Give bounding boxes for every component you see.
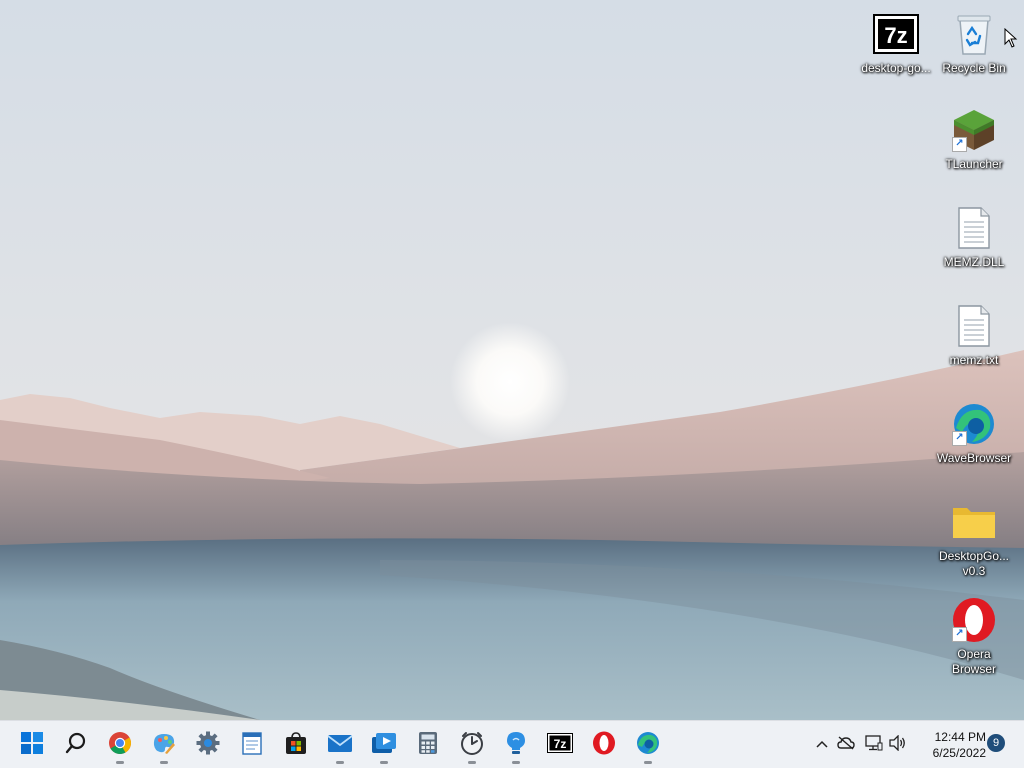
wavebrowser-icon: ↗ — [950, 400, 998, 448]
svg-text:7z: 7z — [554, 737, 567, 751]
desktop-icon-label: desktop-go... — [861, 61, 931, 75]
taskbar-app-7zip[interactable]: 7z — [540, 725, 580, 765]
taskbar-app-clock[interactable] — [452, 725, 492, 765]
lightbulb-icon — [505, 731, 527, 760]
desktop-wallpaper — [0, 0, 1024, 720]
notepad-icon — [242, 731, 262, 760]
wavebrowser-icon — [636, 731, 660, 760]
chrome-icon — [108, 731, 132, 760]
running-indicator — [160, 761, 168, 764]
desktop-icon-label: MEMZ.DLL — [943, 255, 1005, 269]
start-button[interactable] — [12, 725, 52, 765]
gear-icon — [196, 731, 220, 760]
clock-icon — [460, 731, 484, 760]
desktop-icon-desktopgo-folder[interactable]: DesktopGo... v0.3 — [935, 498, 1013, 579]
taskbar-app-store[interactable] — [276, 725, 316, 765]
chevron-up-icon — [815, 736, 829, 754]
svg-text:7z: 7z — [884, 23, 907, 48]
onedrive-tray-button[interactable] — [836, 733, 856, 757]
network-tray-button[interactable] — [864, 733, 884, 757]
shortcut-arrow-icon: ↗ — [952, 627, 967, 642]
running-indicator — [116, 761, 124, 764]
taskbar-app-media-player[interactable] — [364, 725, 404, 765]
clock-date: 6/25/2022 — [932, 746, 986, 760]
notification-count-badge[interactable]: 9 — [987, 734, 1005, 752]
search-button[interactable] — [56, 725, 96, 765]
opera-icon: ↗ — [950, 596, 998, 644]
taskbar-app-tips[interactable] — [496, 725, 536, 765]
7zip-archive-icon: 7z — [872, 10, 920, 58]
desktop-icon-label: Recycle Bin — [942, 61, 1006, 75]
store-icon — [284, 731, 308, 760]
taskbar-app-paint[interactable] — [144, 725, 184, 765]
grass-block-icon: ↗ — [950, 106, 998, 154]
desktop-icon-memz-dll[interactable]: MEMZ.DLL — [935, 204, 1013, 270]
taskbar-app-chrome[interactable] — [100, 725, 140, 765]
desktop-icon-opera-browser[interactable]: ↗ Opera Browser — [935, 596, 1013, 677]
opera-icon — [592, 731, 616, 760]
desktop-icon-label: TLauncher — [945, 157, 1003, 171]
mouse-cursor-icon — [1004, 27, 1018, 48]
document-icon — [950, 204, 998, 252]
windows-start-icon — [21, 731, 43, 759]
taskbar-app-mail[interactable] — [320, 725, 360, 765]
running-indicator — [512, 761, 520, 764]
taskbar-clock[interactable]: 12:44 PM 6/25/2022 — [916, 729, 986, 761]
search-icon — [65, 732, 87, 759]
desktop-icon-label: DesktopGo... v0.3 — [938, 549, 1010, 578]
recycle-bin-icon — [950, 10, 998, 58]
network-icon — [865, 734, 883, 756]
text-file-icon — [950, 302, 998, 350]
cloud-offline-icon — [837, 735, 855, 755]
7zip-icon: 7z — [547, 732, 573, 758]
shortcut-arrow-icon: ↗ — [952, 431, 967, 446]
desktop-icon-label: Opera Browser — [951, 647, 996, 676]
desktop-icon-recycle-bin[interactable]: Recycle Bin — [935, 10, 1013, 76]
taskbar-app-wavebrowser[interactable] — [628, 725, 668, 765]
desktop-icon-tlauncher[interactable]: ↗ TLauncher — [935, 106, 1013, 172]
clock-time: 12:44 PM — [934, 730, 986, 744]
mail-icon — [327, 733, 353, 758]
taskbar-app-settings[interactable] — [188, 725, 228, 765]
desktop-icon-desktop-go-archive[interactable]: 7z desktop-go... — [857, 10, 935, 76]
desktop-icon-wavebrowser[interactable]: ↗ WaveBrowser — [935, 400, 1013, 466]
speaker-icon — [889, 733, 907, 756]
running-indicator — [380, 761, 388, 764]
shortcut-arrow-icon: ↗ — [952, 137, 967, 152]
paint-icon — [151, 731, 177, 760]
running-indicator — [644, 761, 652, 764]
folder-icon — [950, 498, 998, 546]
calculator-icon — [418, 731, 438, 760]
running-indicator — [468, 761, 476, 764]
desktop-icon-memz-txt[interactable]: memz.txt — [935, 302, 1013, 368]
desktop-icon-label: memz.txt — [949, 353, 999, 367]
volume-tray-button[interactable] — [888, 733, 908, 757]
taskbar-app-notepad[interactable] — [232, 725, 272, 765]
show-hidden-icons-button[interactable] — [812, 733, 832, 757]
media-player-icon — [371, 731, 397, 760]
taskbar: 7z 12:44 PM 6/25/2022 — [0, 720, 1024, 768]
desktop-icon-label: WaveBrowser — [936, 451, 1012, 465]
taskbar-app-calculator[interactable] — [408, 725, 448, 765]
taskbar-app-opera[interactable] — [584, 725, 624, 765]
running-indicator — [336, 761, 344, 764]
